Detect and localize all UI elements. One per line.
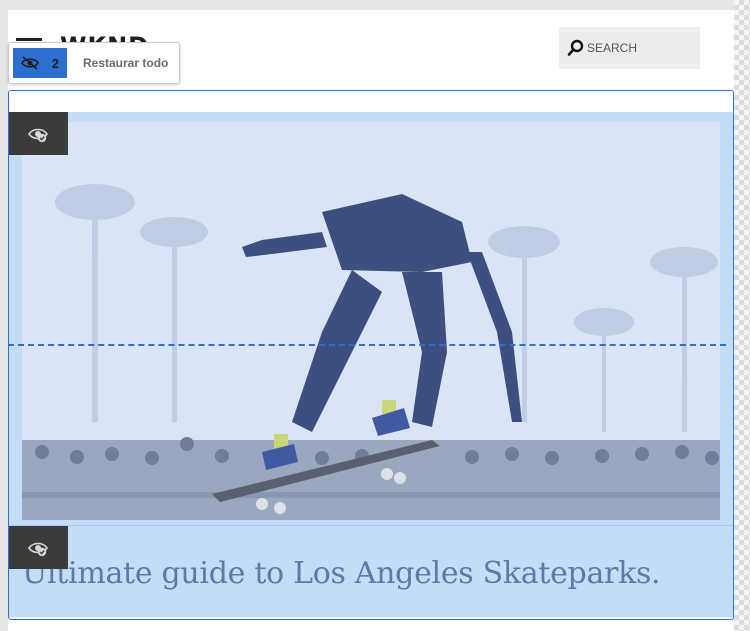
editor-left-strip (0, 0, 8, 631)
selected-component-outline (8, 90, 734, 620)
hidden-components-toolbar: 2 Restaurar todo (8, 42, 180, 84)
eye-off-icon (21, 56, 39, 70)
editor-top-strip (0, 0, 750, 10)
search-input[interactable]: SEARCH (587, 41, 637, 55)
search-box[interactable]: SEARCH (559, 27, 700, 69)
canvas-scroll-gutter[interactable] (734, 0, 750, 631)
hidden-count-button[interactable]: 2 (13, 48, 67, 78)
restore-all-button[interactable]: Restaurar todo (83, 56, 168, 70)
hidden-count: 2 (51, 55, 59, 71)
search-icon (567, 39, 584, 56)
